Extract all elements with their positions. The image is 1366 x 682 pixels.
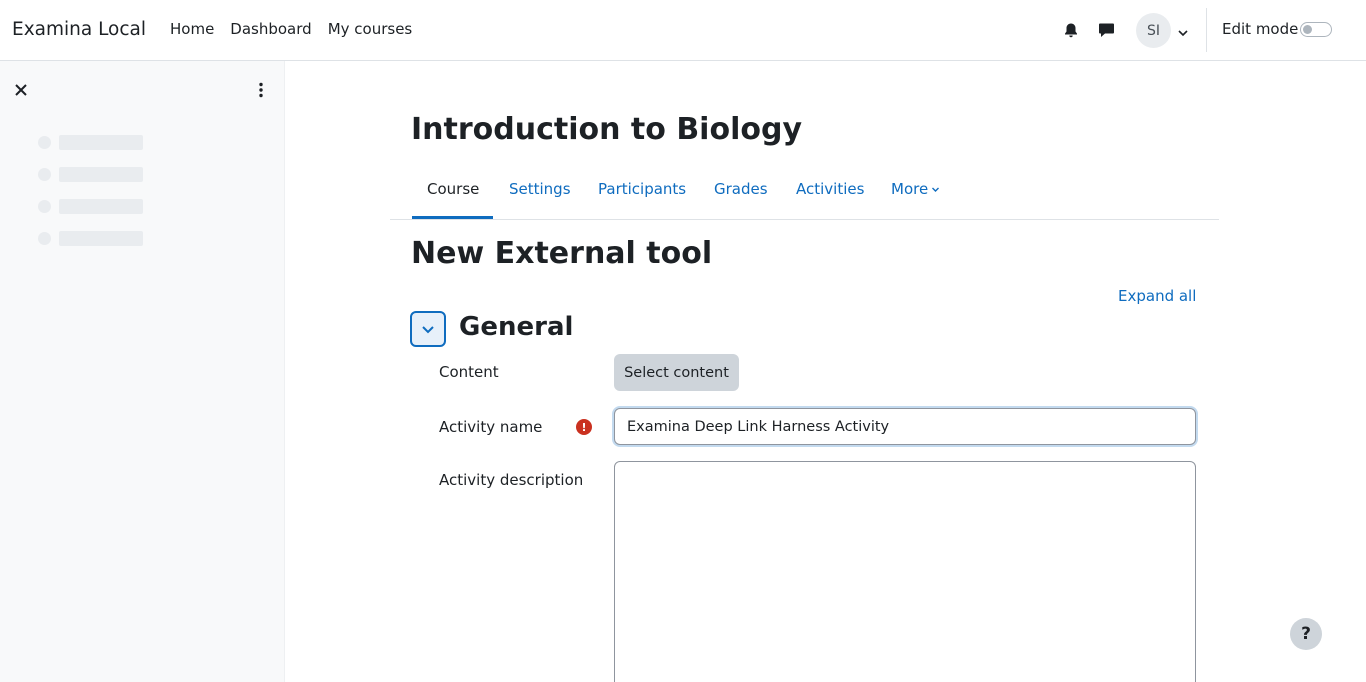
section-title-general: General [459,312,574,342]
tab-activities[interactable]: Activities [796,180,864,198]
page-heading: New External tool [411,236,713,271]
nav-link-home[interactable]: Home [170,20,214,38]
tab-course[interactable]: Course [427,180,479,198]
user-menu-chevron-down-icon[interactable] [1177,24,1189,37]
close-drawer-icon[interactable] [12,81,30,99]
loading-placeholder-row [38,166,143,182]
tab-participants[interactable]: Participants [598,180,686,198]
avatar-initials: SI [1146,22,1160,39]
course-secondary-navigation: Course Settings Participants Grades Acti… [390,162,1219,220]
activity-description-editor[interactable] [614,461,1196,682]
chevron-down-icon [422,326,434,334]
primary-navigation: Home Dashboard My courses [170,20,412,38]
nav-link-my-courses[interactable]: My courses [328,20,413,38]
tab-settings[interactable]: Settings [509,180,571,198]
navbar-divider [1206,8,1207,52]
loading-placeholder-row [38,198,143,214]
tab-grades[interactable]: Grades [714,180,768,198]
course-title: Introduction to Biology [411,112,802,147]
kebab-menu-icon[interactable] [252,81,270,99]
select-content-button[interactable]: Select content [614,354,739,391]
required-field-icon: ! [576,419,592,435]
activity-name-input[interactable] [614,408,1196,445]
edit-mode-label: Edit mode [1222,20,1299,38]
expand-all-link[interactable]: Expand all [1118,287,1196,305]
site-brand[interactable]: Examina Local [12,19,146,40]
activity-name-label: Activity name [439,418,543,436]
user-avatar[interactable]: SI [1136,13,1171,48]
activity-description-label: Activity description [439,471,584,489]
course-index-drawer [0,61,285,682]
help-question-icon[interactable]: ? [1290,618,1322,650]
tab-more-label: More [891,180,929,198]
collapse-section-button[interactable] [410,311,446,347]
nav-link-dashboard[interactable]: Dashboard [230,20,311,38]
notifications-bell-icon[interactable] [1061,20,1081,40]
messages-chat-icon[interactable] [1096,20,1116,40]
loading-placeholder-row [38,134,143,150]
active-tab-indicator [412,216,493,219]
content-label: Content [439,363,499,381]
loading-placeholder-row [38,230,143,246]
top-navbar: Examina Local Home Dashboard My courses … [0,0,1366,61]
chevron-down-icon [932,187,940,192]
edit-mode-toggle[interactable] [1300,22,1332,37]
tab-more[interactable]: More [891,180,940,198]
